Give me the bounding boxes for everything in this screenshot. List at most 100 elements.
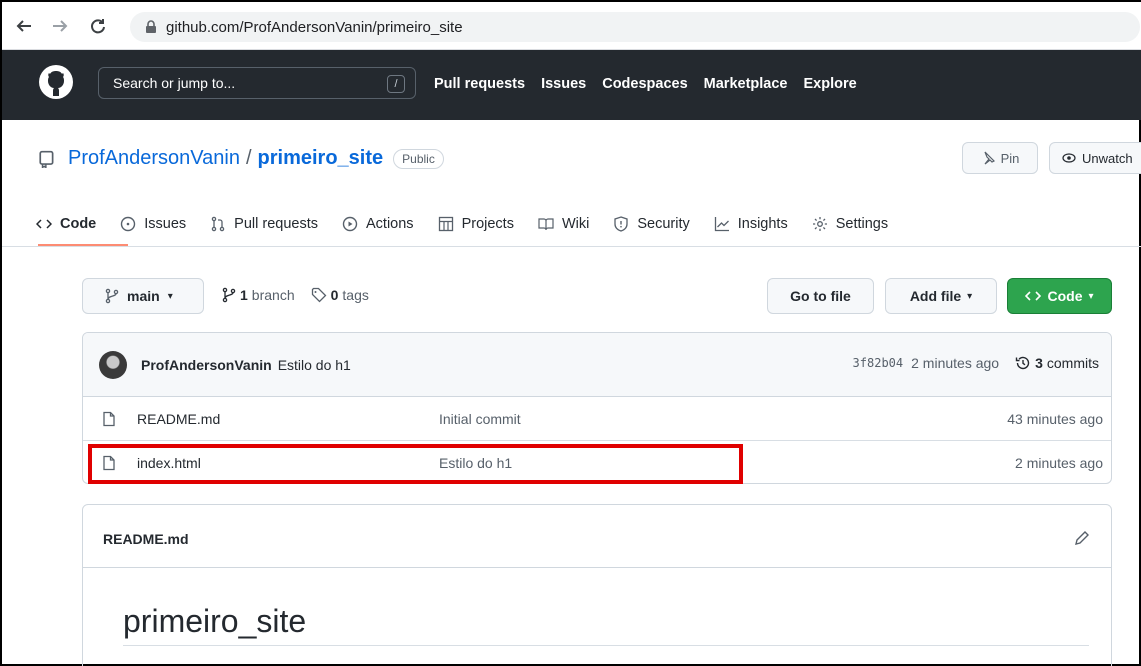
file-age: 2 minutes ago <box>1015 455 1103 471</box>
pencil-icon[interactable] <box>1073 529 1091 547</box>
pin-button[interactable]: Pin <box>962 142 1038 174</box>
tab-issues[interactable]: Issues <box>120 212 186 236</box>
commits-link[interactable]: 3 commits <box>1015 355 1099 371</box>
book-icon <box>538 218 554 231</box>
pull-request-icon <box>211 216 225 232</box>
highlight-box <box>88 444 743 484</box>
branch-selector[interactable]: main ▾ <box>82 278 204 314</box>
branches-link[interactable]: 1 branch <box>222 287 295 303</box>
readme-heading-rule <box>123 645 1089 646</box>
branch-tag-summary: 1 branch 0 tags <box>222 287 369 303</box>
commit-sha-link[interactable]: 3f82b04 <box>853 356 904 370</box>
branch-count: 1 <box>240 287 248 303</box>
branch-word: branch <box>251 287 295 303</box>
tab-insights[interactable]: Insights <box>714 212 788 236</box>
nav-marketplace[interactable]: Marketplace <box>704 76 788 92</box>
readme-divider <box>83 567 1111 568</box>
table-row: README.md Initial commit 43 minutes ago <box>83 397 1111 441</box>
browser-toolbar: github.com/ProfAndersonVanin/primeiro_si… <box>2 2 1141 50</box>
file-commit-link[interactable]: Initial commit <box>439 411 521 427</box>
tab-code[interactable]: Code <box>36 212 96 236</box>
tab-code-label: Code <box>60 216 97 232</box>
code-button[interactable]: Code ▾ <box>1007 278 1112 314</box>
tab-security[interactable]: Security <box>613 212 690 236</box>
branch-icon <box>105 288 119 304</box>
search-shortcut-hint: / <box>387 75 405 93</box>
search-input[interactable]: Search or jump to... / <box>98 67 416 99</box>
issue-icon <box>121 216 136 232</box>
eye-icon <box>1062 153 1076 163</box>
branch-icon <box>222 287 236 303</box>
tab-pull-requests-label: Pull requests <box>234 216 318 232</box>
pin-label: Pin <box>1000 150 1020 166</box>
commit-age: 2 minutes ago <box>911 355 1000 371</box>
tab-pull-requests[interactable]: Pull requests <box>210 212 318 236</box>
url-text: github.com/ProfAndersonVanin/primeiro_si… <box>166 18 463 36</box>
play-icon <box>342 216 358 232</box>
file-age: 43 minutes ago <box>1007 410 1103 427</box>
readme-file-label: README.md <box>103 531 189 547</box>
shield-icon <box>614 216 628 232</box>
repo-separator: / <box>245 147 252 169</box>
chevron-down-icon: ▾ <box>1088 290 1094 302</box>
commit-author-link[interactable]: ProfAndersonVanin <box>141 357 272 373</box>
tag-icon <box>311 287 327 303</box>
tab-projects-label: Projects <box>461 216 514 232</box>
gear-icon <box>812 217 827 231</box>
forward-arrow-icon[interactable] <box>48 14 72 38</box>
repo-icon <box>39 150 54 168</box>
repo-tabs: Code Issues Pull requests Actions Projec… <box>36 212 912 236</box>
table-icon <box>438 216 453 232</box>
readme-heading: primeiro_site <box>123 603 307 639</box>
tab-security-label: Security <box>637 216 690 232</box>
readme-panel: README.md primeiro_site <box>82 504 1112 666</box>
chevron-down-icon: ▾ <box>167 290 173 302</box>
code-button-label: Code <box>1047 288 1083 304</box>
unwatch-label: Unwatch <box>1082 150 1133 166</box>
repo-name-link[interactable]: primeiro_site <box>258 147 384 170</box>
search-placeholder: Search or jump to... <box>113 75 236 91</box>
nav-pull-requests[interactable]: Pull requests <box>434 76 525 92</box>
avatar[interactable] <box>99 350 127 379</box>
code-icon <box>1025 291 1042 301</box>
pin-icon <box>984 151 995 165</box>
tab-wiki[interactable]: Wiki <box>538 212 589 236</box>
visibility-badge: Public <box>393 148 444 169</box>
reload-icon[interactable] <box>86 14 110 38</box>
tab-wiki-label: Wiki <box>561 216 590 232</box>
repo-owner-link[interactable]: ProfAndersonVanin <box>68 147 240 170</box>
code-icon <box>36 219 52 229</box>
graph-icon <box>714 217 729 232</box>
file-name-link[interactable]: README.md <box>137 411 437 427</box>
tab-actions[interactable]: Actions <box>342 212 414 236</box>
tags-link[interactable]: 0 tags <box>311 287 369 303</box>
address-bar[interactable]: github.com/ProfAndersonVanin/primeiro_si… <box>130 12 1140 42</box>
tabs-divider <box>2 246 1141 247</box>
github-logo-icon[interactable] <box>38 64 74 100</box>
tab-settings[interactable]: Settings <box>812 212 888 236</box>
top-navigation: Pull requests Issues Codespaces Marketpl… <box>434 76 857 92</box>
tag-word: tags <box>342 287 369 303</box>
tab-settings-label: Settings <box>835 216 889 232</box>
latest-commit-row: ProfAndersonVanin Estilo do h1 3f82b04 2… <box>83 333 1111 397</box>
nav-issues[interactable]: Issues <box>541 76 586 92</box>
tab-insights-label: Insights <box>737 216 788 232</box>
tab-actions-label: Actions <box>366 216 414 232</box>
commit-meta: 3f82b04 2 minutes ago 3 commits <box>853 355 1099 371</box>
add-file-button[interactable]: Add file ▾ <box>885 278 997 314</box>
nav-explore[interactable]: Explore <box>803 76 856 92</box>
history-icon <box>1015 356 1030 370</box>
tab-issues-label: Issues <box>144 216 187 232</box>
commit-count: 3 <box>1035 355 1043 371</box>
commit-message-link[interactable]: Estilo do h1 <box>278 357 351 373</box>
go-to-file-button[interactable]: Go to file <box>767 278 874 314</box>
chevron-down-icon: ▾ <box>967 290 973 302</box>
lock-icon <box>146 20 156 33</box>
back-arrow-icon[interactable] <box>12 14 36 38</box>
tab-projects[interactable]: Projects <box>438 212 514 236</box>
branch-name: main <box>127 288 160 304</box>
github-header: Search or jump to... / Pull requests Iss… <box>2 50 1141 120</box>
unwatch-button[interactable]: Unwatch <box>1049 142 1141 174</box>
nav-codespaces[interactable]: Codespaces <box>602 76 687 92</box>
tag-count: 0 <box>330 287 339 303</box>
